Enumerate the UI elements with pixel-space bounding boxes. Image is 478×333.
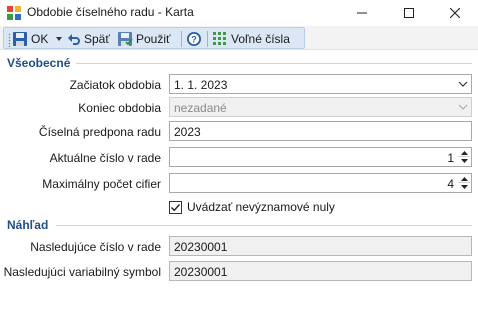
arrow-up-icon <box>460 176 468 181</box>
start-date-value: 1. 1. 2023 <box>174 78 228 92</box>
section-preview-title: Náhľad <box>7 218 49 232</box>
title-bar: Obdobie číselného radu - Karta <box>0 0 478 26</box>
free-numbers-button[interactable]: Voľné čísla <box>212 29 290 49</box>
close-icon <box>450 8 460 18</box>
apply-label: Použiť <box>136 32 171 46</box>
leading-zeros-label: Uvádzať nevýznamové nuly <box>187 200 335 214</box>
toolbar-grip[interactable] <box>8 33 11 47</box>
variable-symbol-field: 20230001 <box>169 261 472 281</box>
arrow-up-icon <box>460 150 468 155</box>
toolbar-separator <box>207 31 208 47</box>
next-number-field: 20230001 <box>169 236 472 256</box>
close-button[interactable] <box>432 0 478 26</box>
spinner <box>458 149 470 165</box>
svg-text:?: ? <box>191 35 197 45</box>
undo-icon <box>68 34 80 45</box>
ok-dropdown-arrow[interactable] <box>56 37 62 41</box>
current-number-value: 1 <box>447 151 454 165</box>
help-button[interactable]: ? <box>186 29 205 49</box>
spinner <box>458 175 470 191</box>
spin-down-button[interactable] <box>458 157 470 165</box>
window-title: Obdobie číselného radu - Karta <box>27 5 194 19</box>
apply-save-icon <box>118 32 133 46</box>
variable-symbol-label: Nasledujúci variabilný symbol <box>3 265 161 279</box>
next-number-label: Nasledujúce číslo v rade <box>30 240 161 254</box>
maximize-button[interactable] <box>386 0 432 26</box>
spin-down-button[interactable] <box>458 183 470 191</box>
help-icon: ? <box>187 32 201 46</box>
arrow-down-icon <box>460 159 468 163</box>
max-digits-label: Maximálny počet cifier <box>42 177 161 191</box>
leading-zeros-checkbox[interactable] <box>169 200 182 214</box>
end-date-value: nezadané <box>174 101 227 115</box>
leading-zeros-option[interactable]: Uvádzať nevýznamové nuly <box>169 199 335 215</box>
toolbar-separator <box>181 31 182 47</box>
arrow-down-icon <box>460 185 468 189</box>
toolbar-strip: OK Späť Použiť ? Voľné čísla <box>3 27 305 49</box>
ok-button[interactable]: OK <box>12 29 48 49</box>
grid-numbers-icon <box>213 32 226 45</box>
section-divider <box>56 225 472 226</box>
maximize-icon <box>404 8 414 18</box>
section-divider <box>76 63 472 64</box>
save-icon <box>13 32 27 46</box>
spin-up-button[interactable] <box>458 149 470 157</box>
back-button[interactable]: Späť <box>67 29 110 49</box>
next-number-value: 20230001 <box>174 240 228 254</box>
current-number-stepper[interactable]: 1 <box>169 147 472 167</box>
back-label: Späť <box>84 32 110 46</box>
apply-button[interactable]: Použiť <box>117 29 171 49</box>
prefix-label: Číselná predpona radu <box>38 125 161 139</box>
free-numbers-label: Voľné čísla <box>231 32 290 46</box>
checkmark-icon <box>170 203 181 211</box>
prefix-input[interactable]: 2023 <box>169 121 472 141</box>
spin-up-button[interactable] <box>458 175 470 183</box>
ok-label: OK <box>31 32 49 46</box>
start-date-combo[interactable]: 1. 1. 2023 <box>169 74 472 94</box>
variable-symbol-value: 20230001 <box>174 265 228 279</box>
chevron-down-icon[interactable] <box>458 79 468 89</box>
max-digits-value: 4 <box>447 177 454 191</box>
minimize-icon <box>357 12 367 14</box>
toolbar: OK Späť Použiť ? Voľné čísla <box>0 26 478 50</box>
chevron-down-icon <box>458 104 468 110</box>
section-general-title: Všeobecné <box>7 56 71 70</box>
app-icon <box>7 6 21 20</box>
start-date-label: Začiatok obdobia <box>69 78 161 92</box>
max-digits-stepper[interactable]: 4 <box>169 173 472 193</box>
minimize-button[interactable] <box>339 0 385 26</box>
current-number-label: Aktuálne číslo v rade <box>49 151 161 165</box>
end-date-label: Koniec obdobia <box>78 101 161 115</box>
prefix-value: 2023 <box>174 125 201 139</box>
end-date-combo: nezadané <box>169 97 472 117</box>
